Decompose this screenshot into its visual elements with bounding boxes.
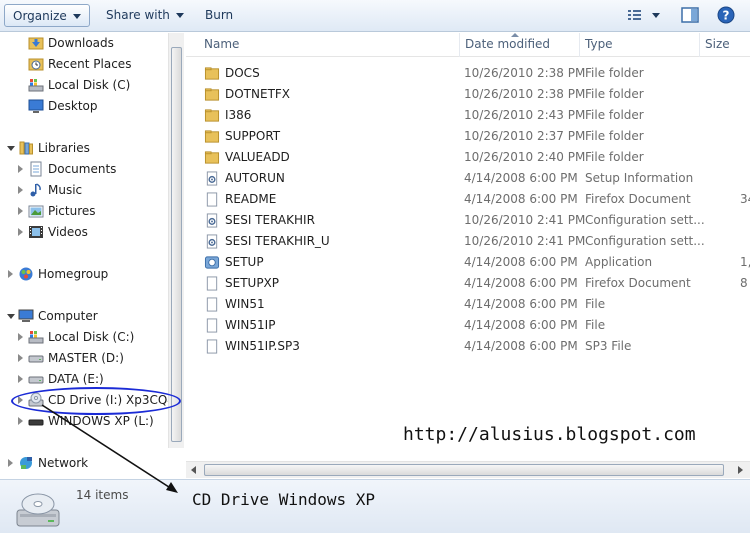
annotation-label: CD Drive Windows XP [192,490,376,509]
annotation-url: http://alusius.blogspot.com [403,424,696,445]
annotation-arrow [41,404,178,493]
